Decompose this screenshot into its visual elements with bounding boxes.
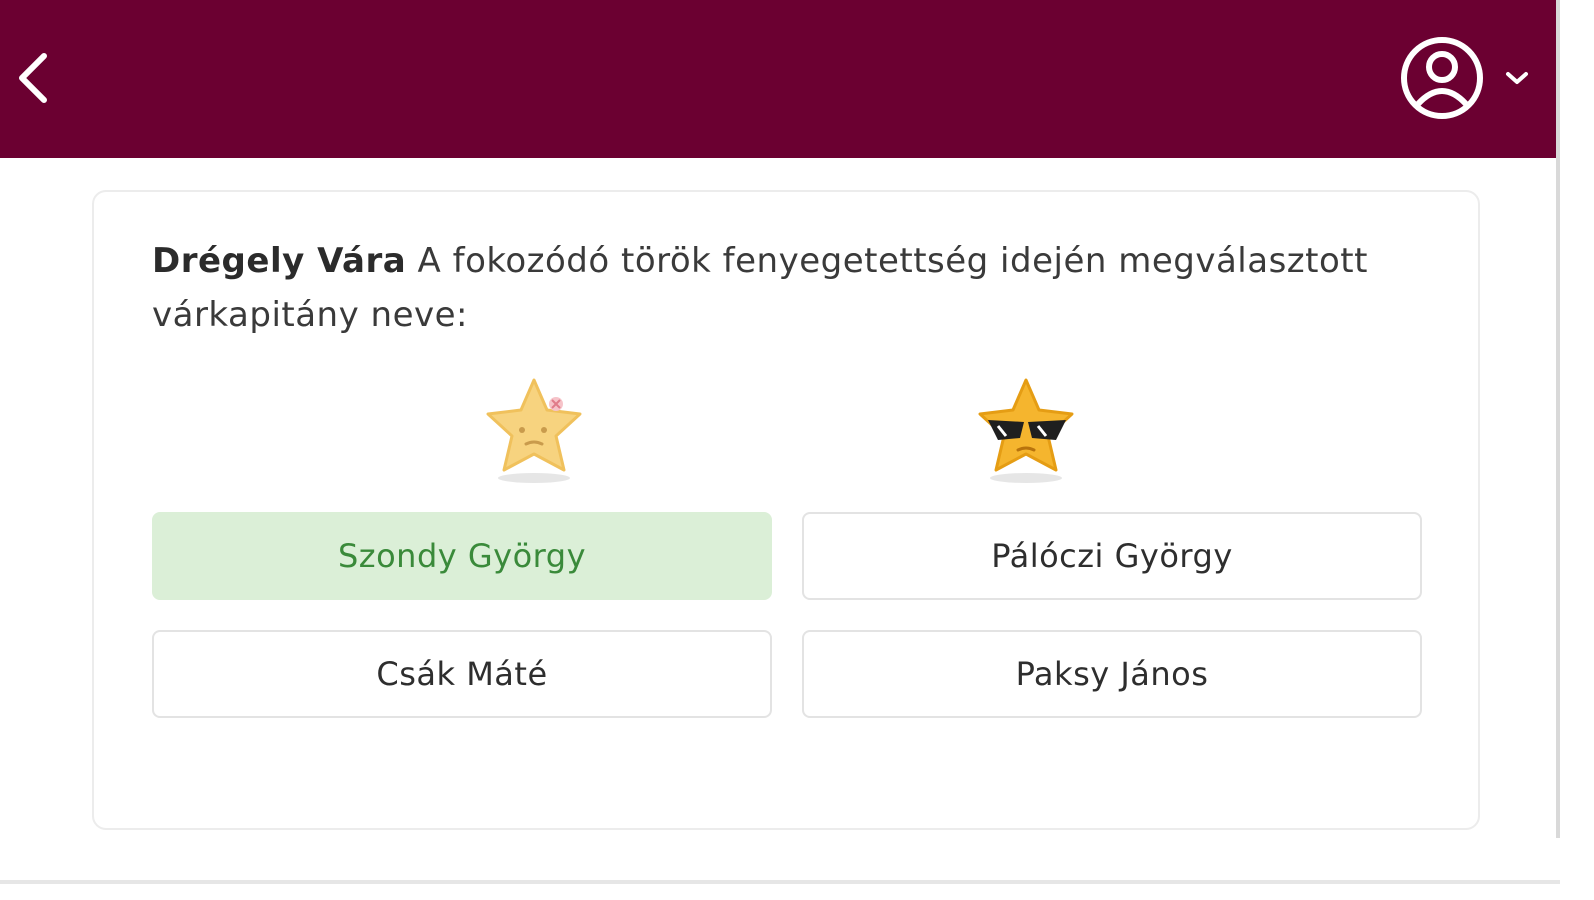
chevron-down-icon [1506,72,1528,84]
divider [0,880,1560,884]
user-circle-icon [1401,37,1483,119]
question-title: Drégely Vára [152,241,407,281]
answer-option-2[interactable]: Pálóczi György [802,512,1422,600]
answer-option-1[interactable]: Szondy György [152,512,772,600]
answer-label: Pálóczi György [991,537,1233,575]
user-menu-button[interactable] [1398,34,1532,122]
question-card: Drégely Vára A fokozódó török fenyegetet… [92,190,1480,830]
answer-label: Paksy János [1015,655,1209,693]
cool-star-mascot [978,378,1074,483]
back-button[interactable] [8,46,56,110]
answer-label: Szondy György [337,537,587,575]
scrollbar-track [1560,0,1594,900]
answer-option-4[interactable]: Paksy János [802,630,1422,718]
scrollbar[interactable] [1556,0,1560,838]
sad-star-mascot [486,378,582,483]
top-bar [0,0,1560,158]
answer-option-3[interactable]: Csák Máté [152,630,772,718]
answer-label: Csák Máté [376,655,548,693]
question-text: Drégely Vára A fokozódó török fenyegetet… [152,234,1422,342]
chevron-left-icon [19,53,47,103]
